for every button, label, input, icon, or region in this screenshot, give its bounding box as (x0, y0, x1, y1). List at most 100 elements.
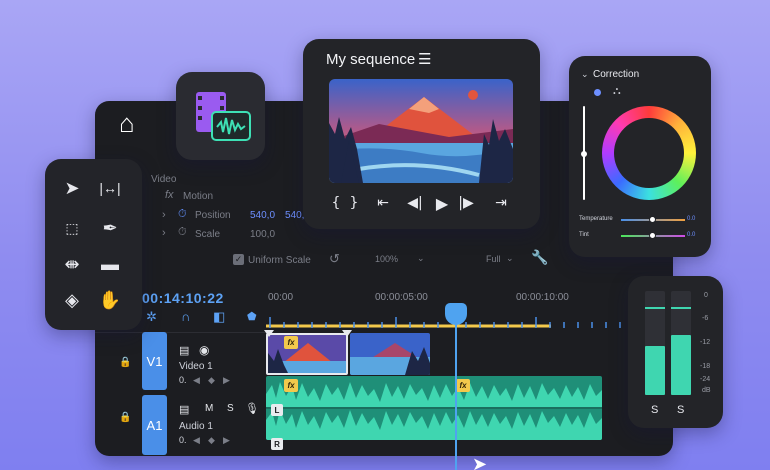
solo-right-button[interactable]: S (677, 404, 684, 416)
param-label-position: Position (195, 210, 231, 221)
tools-palette: ➤ |↔| ⬚ ✒ ⇼ ▬ ◈ ✋ (45, 159, 142, 330)
magnet-icon[interactable]: ∩ (181, 309, 190, 324)
go-to-out-icon[interactable]: ⇥ (491, 193, 511, 213)
solo-button[interactable]: S (227, 403, 234, 414)
video-clip[interactable] (266, 333, 348, 375)
media-tile[interactable] (176, 72, 265, 160)
linked-selection-icon[interactable]: ◧ (213, 309, 225, 325)
fx-badge[interactable]: fx (284, 336, 298, 349)
position-y-value[interactable]: 540, (285, 210, 304, 221)
home-icon[interactable]: ⌂ (119, 108, 135, 139)
chevron-down-icon[interactable]: ⌄ (417, 253, 425, 264)
temperature-handle[interactable] (649, 216, 656, 223)
meter-scale-db: dB (702, 387, 711, 394)
meter-scale-24: -24 (700, 376, 711, 383)
uniform-scale-checkbox[interactable]: ✓ (233, 254, 244, 265)
meter-level-left (645, 346, 665, 395)
tint-value[interactable]: 0.0 (687, 232, 695, 238)
luminance-handle[interactable] (581, 151, 587, 157)
ruler-label-1: 00:00:05:00 (375, 292, 428, 303)
temperature-value[interactable]: 0.0 (687, 216, 695, 222)
tint-handle[interactable] (649, 232, 656, 239)
slider-label-temperature: Temperature (579, 216, 613, 222)
go-to-in-icon[interactable]: ⇤ (373, 193, 393, 213)
keyframe-icon[interactable]: ◆ (208, 435, 215, 446)
mark-out-button[interactable]: } (347, 193, 361, 213)
playhead-handle[interactable] (445, 303, 467, 325)
fx-badge[interactable]: fx (456, 379, 470, 392)
lock-icon[interactable]: 🔒 (119, 357, 131, 368)
right-channel-badge: R (271, 438, 283, 450)
position-x-value[interactable]: 540,0 (250, 210, 275, 221)
keyframe-icon[interactable]: ◆ (208, 375, 215, 386)
lock-icon[interactable]: 🔒 (119, 412, 131, 423)
channels-icon[interactable]: ⛬ (613, 85, 621, 98)
media-files-icon (196, 92, 251, 141)
video-clip[interactable] (350, 333, 430, 375)
stopwatch-icon[interactable]: ⏱ (178, 226, 187, 239)
step-forward-icon[interactable]: |▶ (457, 193, 475, 213)
mute-button[interactable]: M (205, 403, 213, 414)
hand-tool-icon[interactable]: ✋ (95, 285, 125, 315)
play-icon[interactable]: ▶ (433, 193, 451, 213)
track-value-a1[interactable]: 0. (179, 435, 187, 445)
track-target-v1[interactable]: V1 (142, 332, 167, 390)
track-name-a1: Audio 1 (179, 421, 213, 432)
color-wheel[interactable] (602, 106, 696, 200)
eye-icon[interactable]: ◉ (199, 343, 209, 357)
uniform-scale-label: Uniform Scale (248, 255, 311, 266)
param-label-scale: Scale (195, 229, 221, 240)
selection-tool-icon[interactable]: ➤ (57, 173, 87, 203)
timecode[interactable]: 00:14:10:22 (142, 290, 224, 306)
rectangle-tool-icon[interactable]: ▬ (95, 249, 125, 279)
next-keyframe-icon[interactable]: ▶ (223, 375, 230, 386)
cursor-icon: ➤ (472, 454, 488, 470)
expand-chevron-icon[interactable]: › (162, 227, 166, 239)
microphone-icon[interactable]: 🎙 (245, 402, 259, 415)
track-target-a1[interactable]: A1 (142, 395, 167, 455)
ruler-label-0: 00:00 (268, 292, 294, 303)
track-select-tool-icon[interactable]: ⬚ (57, 213, 87, 243)
chevron-down-icon[interactable]: ⌄ (581, 69, 589, 80)
reset-icon[interactable]: ↺ (329, 251, 340, 267)
panel-title[interactable]: Correction (593, 69, 639, 80)
left-channel-badge: L (271, 404, 283, 416)
sequence-title[interactable]: My sequence (326, 51, 415, 68)
step-back-icon[interactable]: ◀| (406, 193, 424, 213)
snap-icon[interactable]: ✲ (146, 309, 157, 325)
wrench-icon[interactable]: 🔧 (531, 249, 548, 266)
zoom-select[interactable]: 100% (375, 254, 398, 264)
quality-select[interactable]: Full (486, 254, 501, 264)
color-dot[interactable] (594, 89, 601, 96)
razor-tool-icon[interactable]: ◈ (57, 285, 87, 315)
chevron-down-icon[interactable]: ⌄ (506, 253, 514, 264)
audio-clip[interactable] (266, 376, 602, 440)
meter-peak-left (645, 307, 665, 309)
slider-label-tint: Tint (579, 232, 589, 238)
color-correction-panel: ⌄ Correction ⛬ Temperature 0.0 Tint 0.0 (569, 56, 711, 257)
clip-marker-icon (264, 330, 274, 337)
prev-keyframe-icon[interactable]: ◀ (193, 435, 200, 446)
film-icon[interactable]: ▤ (179, 403, 189, 416)
expand-chevron-icon[interactable]: › (162, 209, 166, 221)
slip-tool-icon[interactable]: ⇼ (57, 249, 87, 279)
pen-tool-icon[interactable]: ✒ (95, 213, 125, 243)
track-value-v1[interactable]: 0. (179, 375, 187, 385)
solo-left-button[interactable]: S (651, 404, 658, 416)
effect-name[interactable]: Motion (183, 191, 213, 202)
hamburger-icon[interactable]: ☰ (418, 50, 431, 68)
scale-value[interactable]: 100,0 (250, 229, 275, 240)
marker-icon[interactable]: ⬟ (247, 310, 257, 323)
meter-level-right (671, 335, 691, 395)
mark-in-button[interactable]: { (329, 193, 343, 213)
audio-meter-panel: 0 -6 -12 -18 -24 dB S S (628, 276, 723, 428)
ripple-edit-tool-icon[interactable]: |↔| (95, 173, 125, 203)
next-keyframe-icon[interactable]: ▶ (223, 435, 230, 446)
prev-keyframe-icon[interactable]: ◀ (193, 375, 200, 386)
video-preview[interactable] (329, 79, 513, 183)
fx-badge[interactable]: fx (284, 379, 298, 392)
stopwatch-icon[interactable]: ⏱ (178, 208, 187, 221)
meter-scale-0: 0 (704, 292, 708, 299)
film-icon[interactable]: ▤ (179, 344, 189, 357)
playhead-line[interactable] (455, 310, 457, 470)
